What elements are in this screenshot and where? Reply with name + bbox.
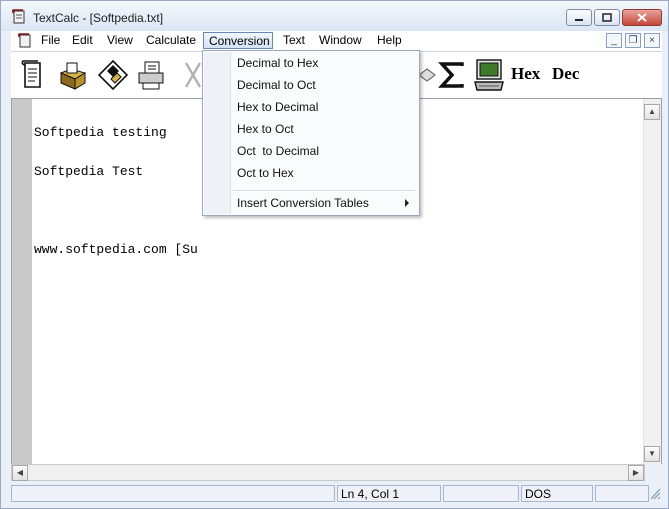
editor-gutter	[12, 99, 32, 464]
restore-icon: ❐	[628, 35, 638, 46]
menu-text[interactable]: Text	[278, 32, 310, 49]
status-panel-blank	[595, 485, 649, 502]
line-ending-mode: DOS	[521, 485, 593, 502]
status-panel-empty	[443, 485, 519, 502]
scroll-right-button[interactable]: ▶	[628, 465, 644, 481]
caption-buttons	[566, 9, 662, 26]
hex-button[interactable]: Hex	[511, 64, 540, 84]
vertical-scrollbar[interactable]: ▲ ▼	[643, 99, 661, 464]
document-window-controls: _ ❐ ×	[606, 33, 660, 48]
menu-icon-gutter	[204, 52, 231, 214]
save-button[interactable]	[97, 58, 129, 92]
conversion-menu: Decimal to Hex Decimal to Oct Hex to Dec…	[202, 50, 420, 216]
status-bar: Ln 4, Col 1 DOS	[11, 483, 662, 503]
menu-edit[interactable]: Edit	[67, 32, 98, 49]
menu-window[interactable]: Window	[314, 32, 367, 49]
menu-bar: File Edit View Calculate Conversion Text…	[11, 31, 662, 51]
minimize-button[interactable]	[566, 9, 592, 26]
menu-view[interactable]: View	[102, 32, 138, 49]
close-button[interactable]	[622, 9, 662, 26]
menu-item-oct-to-decimal[interactable]: Oct to Decimal	[237, 141, 319, 161]
menu-item-decimal-to-oct[interactable]: Decimal to Oct	[237, 75, 316, 95]
editor-text[interactable]: Softpedia testing Softpedia Test www.sof…	[34, 100, 198, 282]
save-disk-icon	[97, 59, 129, 91]
menu-item-hex-to-decimal[interactable]: Hex to Decimal	[237, 97, 318, 117]
window-title: TextCalc - [Softpedia.txt]	[33, 11, 164, 25]
left-arrow-icon: ◀	[16, 468, 24, 477]
editor-line-4: www.softpedia.com [Su	[34, 242, 198, 257]
horizontal-scrollbar[interactable]: ◀ ▶	[11, 464, 645, 481]
menu-item-insert-conversion-tables[interactable]: Insert Conversion Tables	[237, 193, 369, 213]
editor-line-2: Softpedia Test	[34, 164, 144, 179]
menu-calculate[interactable]: Calculate	[141, 32, 201, 49]
menu-conversion[interactable]: Conversion	[203, 32, 273, 49]
doc-minimize-button[interactable]: _	[606, 33, 622, 48]
minimize-icon: _	[611, 35, 617, 46]
calculator-button[interactable]	[473, 58, 505, 92]
maximize-button[interactable]	[594, 9, 620, 26]
doc-close-button[interactable]: ×	[644, 33, 660, 48]
maximize-icon	[602, 13, 612, 22]
sigma-icon	[438, 62, 464, 88]
print-button[interactable]	[135, 58, 167, 92]
open-folder-icon	[59, 62, 87, 90]
sum-button[interactable]	[436, 58, 468, 92]
up-arrow-icon: ▲	[648, 107, 656, 116]
new-button[interactable]	[17, 58, 49, 92]
scroll-left-button[interactable]: ◀	[12, 465, 28, 481]
submenu-arrow-icon	[405, 199, 409, 207]
menu-item-decimal-to-hex[interactable]: Decimal to Hex	[237, 53, 318, 73]
brush-icon	[418, 68, 436, 82]
scroll-up-button[interactable]: ▲	[644, 104, 660, 120]
down-arrow-icon: ▼	[648, 449, 656, 458]
editor-line-3	[34, 204, 198, 217]
menu-help[interactable]: Help	[372, 32, 407, 49]
open-button[interactable]	[57, 58, 89, 92]
scrollbar-corner	[645, 464, 662, 481]
computer-calculator-icon	[474, 59, 504, 91]
minimize-icon	[575, 18, 583, 21]
dec-button[interactable]: Dec	[552, 64, 579, 84]
document-scroll-icon[interactable]	[17, 33, 33, 49]
close-icon: ×	[649, 35, 655, 46]
editor-line-1: Softpedia testing	[34, 125, 167, 140]
new-document-icon	[21, 60, 41, 88]
doc-restore-button[interactable]: ❐	[625, 33, 641, 48]
resize-grip-icon[interactable]	[649, 487, 661, 501]
right-arrow-icon: ▶	[632, 468, 640, 477]
close-icon	[637, 13, 647, 22]
menu-file[interactable]: File	[36, 32, 65, 49]
menu-item-hex-to-oct[interactable]: Hex to Oct	[237, 119, 294, 139]
printer-icon	[138, 61, 164, 90]
application-window: TextCalc - [Softpedia.txt] File Edit Vie…	[0, 0, 669, 509]
status-message	[11, 485, 335, 502]
app-scroll-icon	[11, 9, 25, 24]
cursor-position: Ln 4, Col 1	[337, 485, 441, 502]
scroll-down-button[interactable]: ▼	[644, 446, 660, 462]
menu-separator	[233, 190, 415, 191]
menu-item-oct-to-hex[interactable]: Oct to Hex	[237, 163, 294, 183]
title-bar[interactable]: TextCalc - [Softpedia.txt]	[1, 1, 668, 31]
